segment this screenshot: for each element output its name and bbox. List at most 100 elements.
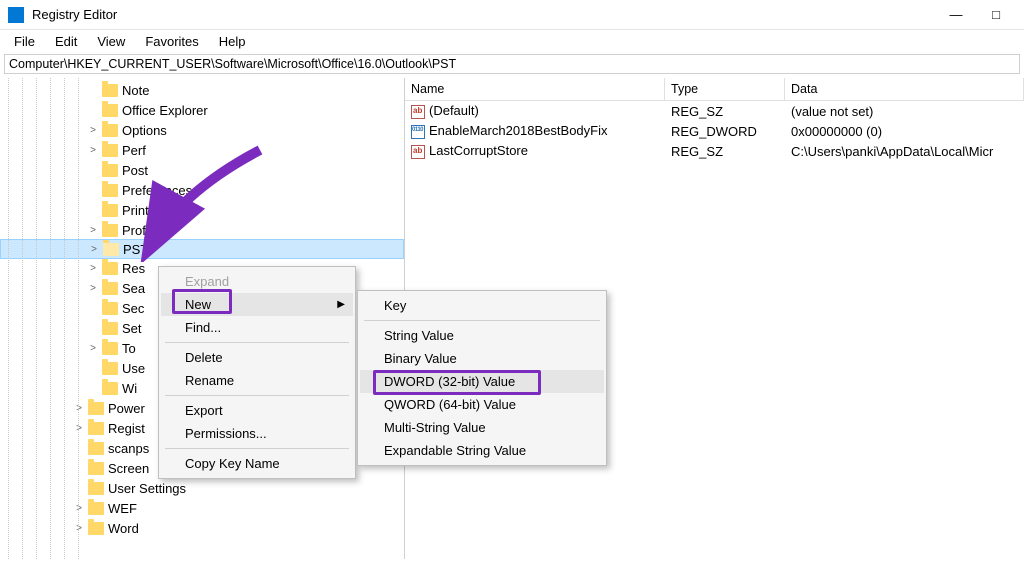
context-menu: Expand New▶ Find... Delete Rename Export… xyxy=(158,266,356,479)
ctx-permissions[interactable]: Permissions... xyxy=(161,422,353,445)
folder-icon xyxy=(88,462,104,475)
tree-label: Power xyxy=(108,401,145,416)
tree-label: scanps xyxy=(108,441,149,456)
value-data: C:\Users\panki\AppData\Local\Micr xyxy=(785,144,1024,159)
sub-string[interactable]: String Value xyxy=(360,324,604,347)
context-submenu-new: Key String Value Binary Value DWORD (32-… xyxy=(357,290,607,466)
tree-label: Screen xyxy=(108,461,149,476)
folder-icon xyxy=(102,124,118,137)
tree-label: Res xyxy=(122,261,145,276)
chevron-right-icon: ▶ xyxy=(337,299,345,310)
folder-icon xyxy=(88,482,104,495)
tree-item-wef[interactable]: > WEF xyxy=(0,498,404,518)
folder-icon xyxy=(102,104,118,117)
value-row[interactable]: (Default)REG_SZ(value not set) xyxy=(405,101,1024,121)
tree-label: WEF xyxy=(108,501,137,516)
expander-icon[interactable]: > xyxy=(86,263,100,274)
menu-file[interactable]: File xyxy=(4,32,45,51)
folder-icon xyxy=(102,382,118,395)
folder-icon xyxy=(102,302,118,315)
address-bar[interactable]: Computer\HKEY_CURRENT_USER\Software\Micr… xyxy=(4,54,1020,74)
folder-icon xyxy=(102,224,118,237)
value-row[interactable]: LastCorruptStoreREG_SZC:\Users\panki\App… xyxy=(405,141,1024,161)
maximize-button[interactable]: □ xyxy=(976,7,1016,22)
folder-icon xyxy=(102,144,118,157)
ctx-find[interactable]: Find... xyxy=(161,316,353,339)
tree-label: Use xyxy=(122,361,145,376)
expander-icon[interactable]: > xyxy=(86,225,100,236)
folder-icon xyxy=(102,204,118,217)
folder-icon xyxy=(102,262,118,275)
sub-dword[interactable]: DWORD (32-bit) Value xyxy=(360,370,604,393)
col-type[interactable]: Type xyxy=(665,78,785,100)
expander-icon[interactable]: > xyxy=(72,423,86,434)
expander-icon[interactable]: > xyxy=(72,403,86,414)
tree-label: Sec xyxy=(122,301,144,316)
tree-label: Office Explorer xyxy=(122,103,208,118)
sub-expandable[interactable]: Expandable String Value xyxy=(360,439,604,462)
ctx-rename[interactable]: Rename xyxy=(161,369,353,392)
expander-icon[interactable]: > xyxy=(86,283,100,294)
expander-icon[interactable]: > xyxy=(86,343,100,354)
title-bar: Registry Editor — □ xyxy=(0,0,1024,30)
value-type: REG_SZ xyxy=(665,144,785,159)
menu-edit[interactable]: Edit xyxy=(45,32,87,51)
tree-item-options[interactable]: > Options xyxy=(0,120,404,140)
window-title: Registry Editor xyxy=(32,7,936,22)
tree-label: Sea xyxy=(122,281,145,296)
tree-label: Set xyxy=(122,321,142,336)
sub-multistring[interactable]: Multi-String Value xyxy=(360,416,604,439)
tree-label: To xyxy=(122,341,136,356)
folder-icon xyxy=(88,522,104,535)
ctx-export[interactable]: Export xyxy=(161,399,353,422)
folder-icon xyxy=(88,442,104,455)
value-name: (Default) xyxy=(429,103,479,118)
tree-label: Options xyxy=(122,123,167,138)
value-row[interactable]: EnableMarch2018BestBodyFixREG_DWORD0x000… xyxy=(405,121,1024,141)
col-name[interactable]: Name xyxy=(405,78,665,100)
menu-bar: File Edit View Favorites Help xyxy=(0,30,1024,52)
ctx-expand: Expand xyxy=(161,270,353,293)
tree-item-note[interactable]: Note xyxy=(0,80,404,100)
tree-item-office-explorer[interactable]: Office Explorer xyxy=(0,100,404,120)
expander-icon[interactable]: > xyxy=(87,244,101,255)
menu-help[interactable]: Help xyxy=(209,32,256,51)
sub-qword[interactable]: QWORD (64-bit) Value xyxy=(360,393,604,416)
sub-key[interactable]: Key xyxy=(360,294,604,317)
expander-icon[interactable]: > xyxy=(86,125,100,136)
value-name: EnableMarch2018BestBodyFix xyxy=(429,123,608,138)
separator xyxy=(165,448,349,449)
minimize-button[interactable]: — xyxy=(936,7,976,22)
list-header: Name Type Data xyxy=(405,78,1024,101)
folder-icon xyxy=(103,243,119,256)
folder-icon xyxy=(88,422,104,435)
folder-icon xyxy=(102,184,118,197)
ctx-copy-key-name[interactable]: Copy Key Name xyxy=(161,452,353,475)
dword-value-icon xyxy=(411,125,425,139)
sub-binary[interactable]: Binary Value xyxy=(360,347,604,370)
tree-item-user-settings[interactable]: User Settings xyxy=(0,478,404,498)
folder-icon xyxy=(102,164,118,177)
string-value-icon xyxy=(411,105,425,119)
ctx-delete[interactable]: Delete xyxy=(161,346,353,369)
folder-icon xyxy=(88,502,104,515)
expander-icon[interactable]: > xyxy=(72,503,86,514)
tree-item-word[interactable]: > Word xyxy=(0,518,404,538)
expander-icon[interactable]: > xyxy=(72,523,86,534)
expander-icon[interactable]: > xyxy=(86,145,100,156)
tree-label: Note xyxy=(122,83,149,98)
folder-icon xyxy=(102,84,118,97)
col-data[interactable]: Data xyxy=(785,78,1024,100)
app-icon xyxy=(8,7,24,23)
menu-view[interactable]: View xyxy=(87,32,135,51)
ctx-new[interactable]: New▶ xyxy=(161,293,353,316)
separator xyxy=(165,395,349,396)
tree-label: User Settings xyxy=(108,481,186,496)
annotation-arrow-icon xyxy=(120,142,280,262)
tree-label: Word xyxy=(108,521,139,536)
separator xyxy=(165,342,349,343)
menu-favorites[interactable]: Favorites xyxy=(135,32,208,51)
value-data: (value not set) xyxy=(785,104,1024,119)
tree-label: Wi xyxy=(122,381,137,396)
string-value-icon xyxy=(411,145,425,159)
